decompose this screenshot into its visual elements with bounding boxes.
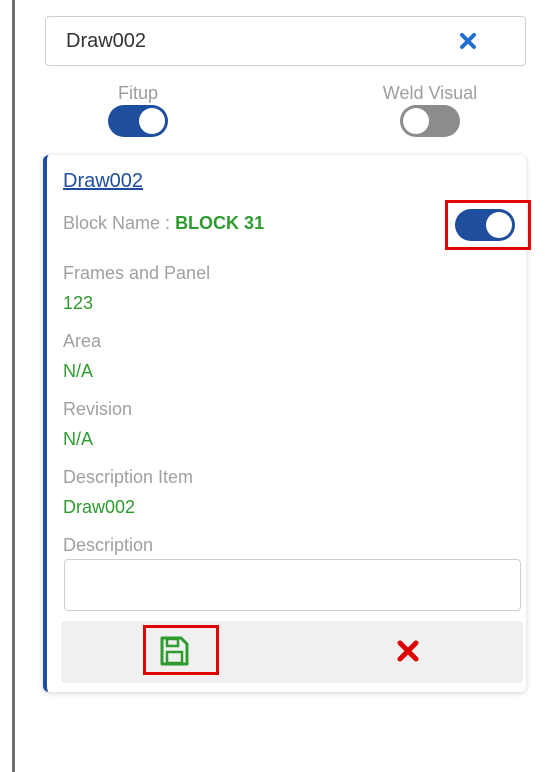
description-item-value: Draw002 [63,497,136,517]
description-label: Description [63,535,154,555]
description-input[interactable] [64,559,521,611]
toggle-knob [139,108,165,134]
revision-label: Revision [63,399,133,419]
drawing-card: Draw002 Block Name : BLOCK 31 Frames and… [43,155,531,692]
drawing-title-link[interactable]: Draw002 [63,170,143,193]
toggle-knob [403,108,429,134]
fitup-mode: Fitup [98,83,178,137]
block-name-row: Block Name : BLOCK 31 [63,213,264,234]
block-name-value: BLOCK 31 [175,213,265,233]
area-value: N/A [63,361,94,381]
cancel-button[interactable] [390,633,426,669]
frames-panel-value: 123 [63,293,94,313]
weld-visual-toggle[interactable] [400,105,460,137]
page: Fitup Weld Visual Draw002 Block Name : B… [0,0,552,772]
panel-divider [12,0,15,772]
toggle-knob [486,212,512,238]
fitup-label: Fitup [117,83,159,103]
card-toggle[interactable] [455,209,515,241]
fitup-toggle[interactable] [108,105,168,137]
revision-value: N/A [63,429,94,449]
weld-visual-label: Weld Visual [382,83,478,103]
block-name-label: Block Name : [63,213,171,233]
search-input[interactable] [66,17,426,65]
search-box [45,16,526,66]
description-item-label: Description Item [63,467,194,487]
area-label: Area [63,331,102,351]
floppy-disk-icon [160,636,189,666]
save-button[interactable] [154,631,194,671]
weld-visual-mode: Weld Visual [365,83,495,137]
frames-panel-label: Frames and Panel [63,263,211,283]
clear-search-button[interactable] [453,26,483,56]
card-action-bar [61,621,523,683]
close-icon [397,640,419,662]
close-icon [460,33,476,49]
